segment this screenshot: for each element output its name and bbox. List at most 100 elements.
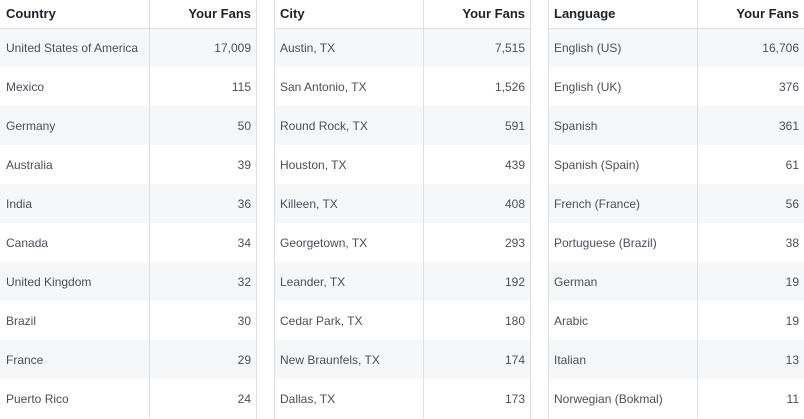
- language-label: Norwegian (Bokmal): [548, 379, 697, 418]
- fan-count: 115: [148, 67, 257, 106]
- fan-count: 7,515: [422, 28, 531, 67]
- fan-count: 192: [422, 262, 531, 301]
- your-fans-column-header[interactable]: Your Fans: [148, 0, 257, 29]
- fan-count: 38: [696, 223, 804, 262]
- country-label: Australia: [0, 145, 149, 184]
- table-header-row: Language Your Fans: [548, 0, 804, 29]
- fan-count: 16,706: [696, 28, 804, 67]
- table-row: Puerto Rico 24: [0, 379, 257, 418]
- fan-count: 19: [696, 262, 804, 301]
- table-row: Portuguese (Brazil) 38: [548, 223, 804, 262]
- city-panel: City Your Fans Austin, TX 7,515 San Anton…: [274, 0, 531, 419]
- fan-count: 293: [422, 223, 531, 262]
- language-label: Spanish (Spain): [548, 145, 697, 184]
- table-row: United States of America 17,009: [0, 28, 257, 67]
- your-fans-column-header[interactable]: Your Fans: [696, 0, 804, 29]
- fan-count: 1,526: [422, 67, 531, 106]
- fan-count: 376: [696, 67, 804, 106]
- city-label: San Antonio, TX: [274, 67, 423, 106]
- fan-count: 56: [696, 184, 804, 223]
- table-row: Round Rock, TX 591: [274, 106, 531, 145]
- your-fans-column-header[interactable]: Your Fans: [422, 0, 531, 29]
- panel-divider: [530, 0, 531, 419]
- table-row: English (UK) 376: [548, 67, 804, 106]
- country-label: Germany: [0, 106, 149, 145]
- country-table: Country Your Fans United States of Ameri…: [0, 0, 257, 418]
- fan-count: 34: [148, 223, 257, 262]
- country-label: Mexico: [0, 67, 149, 106]
- city-label: Dallas, TX: [274, 379, 423, 418]
- fan-count: 439: [422, 145, 531, 184]
- country-label: India: [0, 184, 149, 223]
- table-header-row: Country Your Fans: [0, 0, 257, 29]
- country-label: France: [0, 340, 149, 379]
- language-table: Language Your Fans English (US) 16,706 En…: [548, 0, 804, 418]
- country-column-header[interactable]: Country: [0, 0, 149, 29]
- table-row: San Antonio, TX 1,526: [274, 67, 531, 106]
- table-row: Leander, TX 192: [274, 262, 531, 301]
- language-column-header[interactable]: Language: [548, 0, 697, 29]
- country-label: United Kingdom: [0, 262, 149, 301]
- table-row: Brazil 30: [0, 301, 257, 340]
- table-row: Dallas, TX 173: [274, 379, 531, 418]
- table-row: Italian 13: [548, 340, 804, 379]
- fan-count: 19: [696, 301, 804, 340]
- table-row: Austin, TX 7,515: [274, 28, 531, 67]
- city-label: Houston, TX: [274, 145, 423, 184]
- language-label: English (US): [548, 28, 697, 67]
- language-label: Italian: [548, 340, 697, 379]
- country-panel: Country Your Fans United States of Ameri…: [0, 0, 257, 419]
- fan-count: 180: [422, 301, 531, 340]
- table-row: India 36: [0, 184, 257, 223]
- table-row: Mexico 115: [0, 67, 257, 106]
- table-header-row: City Your Fans: [274, 0, 531, 29]
- city-label: Austin, TX: [274, 28, 423, 67]
- table-row: Houston, TX 439: [274, 145, 531, 184]
- language-label: French (France): [548, 184, 697, 223]
- table-row: Canada 34: [0, 223, 257, 262]
- country-label: Canada: [0, 223, 149, 262]
- table-row: Cedar Park, TX 180: [274, 301, 531, 340]
- table-row: United Kingdom 32: [0, 262, 257, 301]
- city-label: Leander, TX: [274, 262, 423, 301]
- table-row: Arabic 19: [548, 301, 804, 340]
- fan-count: 50: [148, 106, 257, 145]
- fan-count: 408: [422, 184, 531, 223]
- table-row: Spanish 361: [548, 106, 804, 145]
- city-label: New Braunfels, TX: [274, 340, 423, 379]
- fan-count: 173: [422, 379, 531, 418]
- country-label: Brazil: [0, 301, 149, 340]
- fan-count: 591: [422, 106, 531, 145]
- language-label: German: [548, 262, 697, 301]
- language-label: English (UK): [548, 67, 697, 106]
- table-row: Georgetown, TX 293: [274, 223, 531, 262]
- panel-divider: [548, 0, 549, 419]
- language-panel: Language Your Fans English (US) 16,706 En…: [548, 0, 804, 419]
- table-row: New Braunfels, TX 174: [274, 340, 531, 379]
- country-label: Puerto Rico: [0, 379, 149, 418]
- country-label: United States of America: [0, 28, 149, 67]
- fan-count: 13: [696, 340, 804, 379]
- table-row: Australia 39: [0, 145, 257, 184]
- fan-count: 32: [148, 262, 257, 301]
- fan-count: 29: [148, 340, 257, 379]
- table-row: Killeen, TX 408: [274, 184, 531, 223]
- fan-count: 17,009: [148, 28, 257, 67]
- panel-divider: [274, 0, 275, 419]
- fan-count: 361: [696, 106, 804, 145]
- language-label: Spanish: [548, 106, 697, 145]
- panel-divider: [256, 0, 257, 419]
- city-column-header[interactable]: City: [274, 0, 423, 29]
- fan-count: 24: [148, 379, 257, 418]
- fan-count: 11: [696, 379, 804, 418]
- table-row: Spanish (Spain) 61: [548, 145, 804, 184]
- city-label: Georgetown, TX: [274, 223, 423, 262]
- table-row: Germany 50: [0, 106, 257, 145]
- fan-count: 174: [422, 340, 531, 379]
- table-row: French (France) 56: [548, 184, 804, 223]
- table-row: France 29: [0, 340, 257, 379]
- city-label: Round Rock, TX: [274, 106, 423, 145]
- fan-count: 30: [148, 301, 257, 340]
- table-row: Norwegian (Bokmal) 11: [548, 379, 804, 418]
- fan-count: 39: [148, 145, 257, 184]
